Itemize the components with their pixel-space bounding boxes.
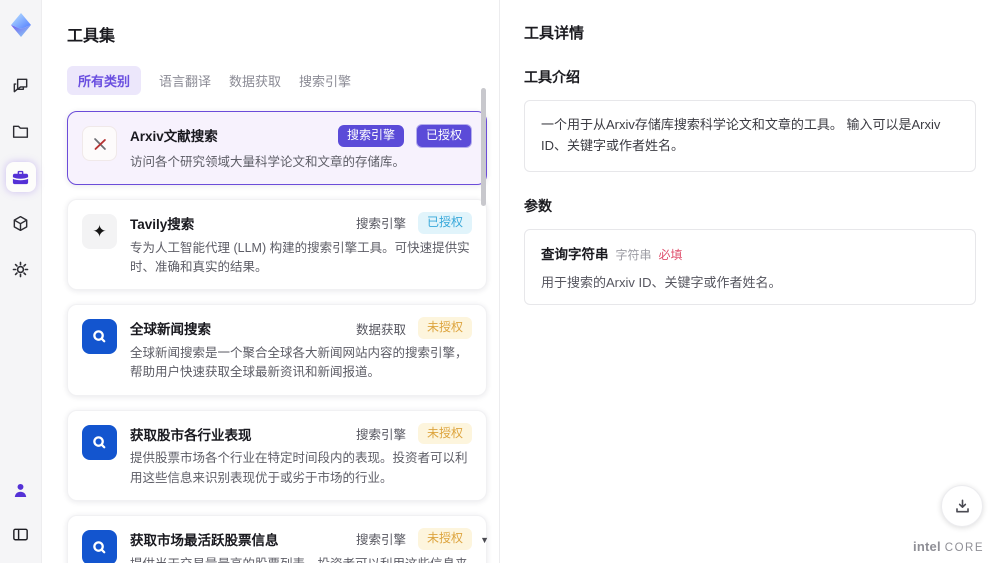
tool-list: Arxiv文献搜索 搜索引擎 已授权 访问各个研究领域大量科学论文和文章的存储库… bbox=[67, 111, 487, 563]
tool-description: 全球新闻搜索是一个聚合全球各大新闻网站内容的搜索引擎，帮助用户快速获取全球最新资… bbox=[130, 345, 468, 380]
toolbox-icon[interactable] bbox=[5, 162, 36, 192]
user-avatar-icon[interactable] bbox=[6, 475, 36, 505]
tool-name: Arxiv文献搜索 bbox=[130, 129, 218, 144]
rail-nav bbox=[5, 70, 36, 284]
detail-title: 工具详情 bbox=[524, 25, 585, 42]
collapse-panel-icon[interactable] bbox=[6, 519, 36, 549]
app-logo-icon bbox=[6, 10, 36, 40]
tool-name: 获取股市各行业表现 bbox=[130, 427, 252, 443]
list-scrollbar-thumb[interactable] bbox=[481, 88, 486, 206]
settings-gear-icon[interactable] bbox=[6, 254, 36, 284]
rail-bottom bbox=[6, 475, 36, 549]
tool-intro-text: 一个用于从Arxiv存储库搜索科学论文和文章的工具。 输入可以是Arxiv ID… bbox=[524, 100, 976, 172]
tool-name: 获取市场最活跃股票信息 bbox=[130, 533, 279, 548]
tool-description: 访问各个研究领域大量科学论文和文章的存储库。 bbox=[130, 154, 406, 169]
tab-language-translation[interactable]: 语言翻译 bbox=[159, 66, 211, 95]
status-badge: 未授权 bbox=[417, 317, 472, 339]
intel-core-logo: intel core bbox=[913, 539, 984, 554]
tool-detail-panel: 工具详情 工具介绍 一个用于从Arxiv存储库搜索科学论文和文章的工具。 输入可… bbox=[500, 0, 1000, 563]
arxiv-icon bbox=[82, 126, 117, 161]
sector-performance-icon bbox=[82, 424, 117, 460]
parameter-required-flag: 必填 bbox=[658, 247, 683, 262]
tool-card-global-news[interactable]: 全球新闻搜索 数据获取 未授权 全球新闻搜索是一个聚合全球各大新闻网站内容的搜索… bbox=[67, 304, 487, 396]
parameter-description: 用于搜索的Arxiv ID、关键字或作者姓名。 bbox=[541, 274, 782, 290]
intel-wordmark: intel bbox=[913, 539, 941, 554]
core-wordmark: core bbox=[944, 542, 984, 554]
status-badge: 未授权 bbox=[417, 528, 472, 550]
parameter-card: 查询字符串 字符串 必填 用于搜索的Arxiv ID、关键字或作者姓名。 bbox=[524, 228, 976, 305]
category-tabs: 所有类别 语言翻译 数据获取 搜索引擎 bbox=[67, 66, 499, 95]
parameter-type: 字符串 bbox=[615, 247, 652, 262]
tab-all-categories[interactable]: 所有类别 bbox=[67, 66, 142, 95]
page-title: 工具集 bbox=[67, 28, 116, 45]
intro-heading: 工具介绍 bbox=[524, 69, 580, 85]
download-icon bbox=[955, 499, 969, 513]
four-point-star-icon: ✦ bbox=[82, 213, 117, 249]
app-window: 工具集 所有类别 语言翻译 数据获取 搜索引擎 Arxiv文献搜索 搜索引擎 已… bbox=[0, 0, 1000, 563]
tool-card-tavily[interactable]: ✦ Tavily搜索 搜索引擎 已授权 专为人工智能代理 (LLM) 构建的搜索… bbox=[67, 198, 487, 291]
tool-description: 提供当天交易量最高的股票列表，投资者可以利用这些信息来识别流动性强的股票和潜在的… bbox=[130, 555, 472, 563]
params-heading: 参数 bbox=[524, 197, 552, 214]
tool-description: 提供股票市场各个行业在特定时间段内的表现。投资者可以利用这些信息来识别表现优于或… bbox=[130, 451, 468, 485]
news-search-icon bbox=[82, 319, 117, 355]
category-badge: 搜索引擎 bbox=[337, 125, 404, 147]
status-badge: 已授权 bbox=[417, 211, 472, 234]
category-label: 搜索引擎 bbox=[355, 533, 406, 548]
category-label: 数据获取 bbox=[355, 322, 406, 337]
tool-name: Tavily搜索 bbox=[130, 216, 195, 232]
chat-icon[interactable] bbox=[6, 70, 36, 100]
cube-icon[interactable] bbox=[6, 208, 36, 238]
folder-icon[interactable] bbox=[6, 116, 36, 146]
tab-data-fetching[interactable]: 数据获取 bbox=[229, 66, 281, 95]
tool-card-arxiv[interactable]: Arxiv文献搜索 搜索引擎 已授权 访问各个研究领域大量科学论文和文章的存储库… bbox=[67, 111, 487, 185]
active-stocks-icon bbox=[82, 530, 117, 563]
category-label: 搜索引擎 bbox=[355, 427, 406, 442]
tool-list-panel: 工具集 所有类别 语言翻译 数据获取 搜索引擎 Arxiv文献搜索 搜索引擎 已… bbox=[42, 0, 500, 563]
tool-card-active-stocks[interactable]: 获取市场最活跃股票信息 搜索引擎 未授权 提供当天交易量最高的股票列表，投资者可… bbox=[67, 515, 487, 563]
tool-card-sector-performance[interactable]: 获取股市各行业表现 搜索引擎 未授权 提供股票市场各个行业在特定时间段内的表现。… bbox=[67, 409, 487, 501]
tool-name: 全球新闻搜索 bbox=[130, 322, 211, 338]
parameter-name: 查询字符串 bbox=[541, 246, 609, 262]
left-rail bbox=[0, 0, 42, 563]
status-badge: 未授权 bbox=[417, 422, 472, 445]
scroll-down-arrow-icon[interactable]: ▼ bbox=[480, 535, 489, 545]
download-button[interactable] bbox=[941, 485, 983, 527]
status-badge: 已授权 bbox=[415, 124, 472, 148]
tool-description: 专为人工智能代理 (LLM) 构建的搜索引擎工具。可快速提供实时、准确和真实的结… bbox=[130, 240, 470, 274]
tab-search-engine[interactable]: 搜索引擎 bbox=[299, 66, 351, 95]
category-label: 搜索引擎 bbox=[355, 217, 406, 232]
